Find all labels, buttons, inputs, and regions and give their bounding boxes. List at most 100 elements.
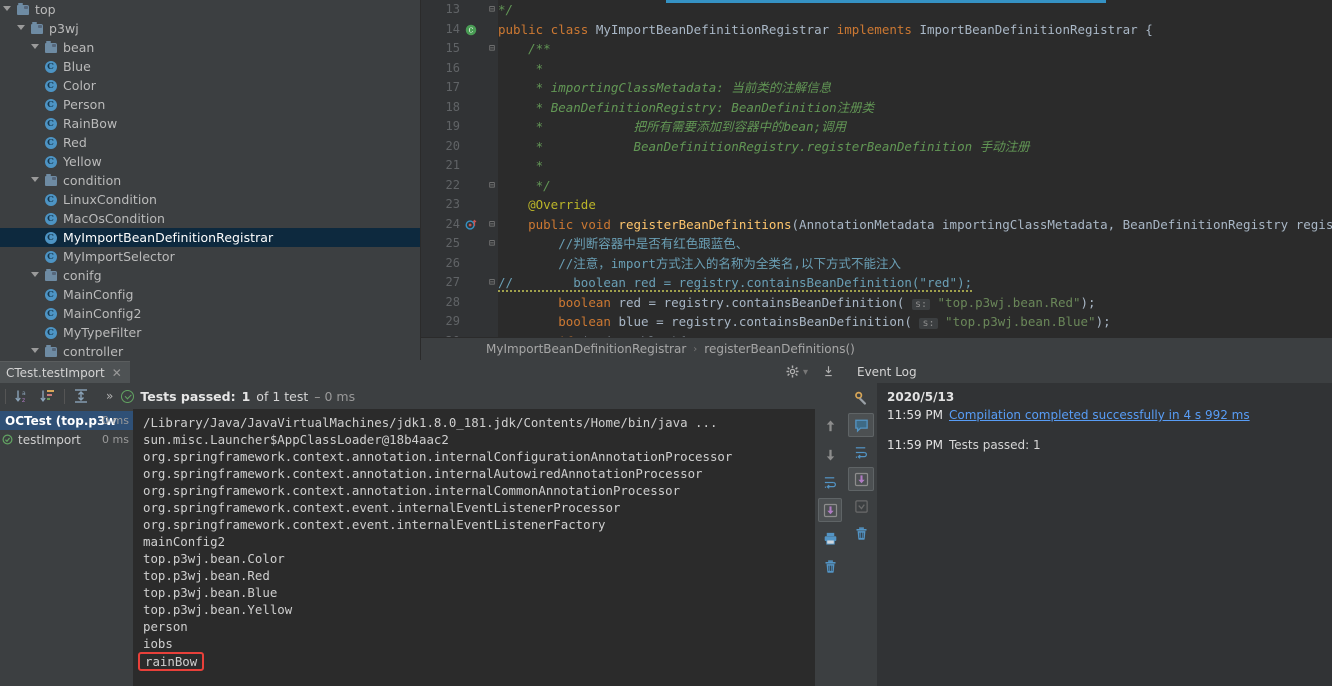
code-line-20[interactable]: 20 * BeanDefinitionRegistry.registerBean… (420, 137, 1332, 157)
close-icon[interactable]: ✕ (112, 366, 122, 380)
print-icon[interactable] (818, 526, 842, 550)
chevron-down-icon[interactable]: ▾ (803, 367, 808, 378)
code-line-27[interactable]: 27 ⊟// boolean red = registry.containsBea… (420, 273, 1332, 293)
line-content[interactable]: //判断容器中是否有红色跟蓝色、 (498, 234, 748, 254)
line-content[interactable]: boolean blue = registry.containsBeanDefi… (498, 312, 1111, 334)
tree-item-controller[interactable]: controller (0, 342, 420, 360)
chevron-down-icon[interactable] (28, 266, 42, 285)
line-content[interactable]: * BeanDefinitionRegistry.registerBeanDef… (498, 137, 1030, 157)
trash-icon[interactable] (848, 521, 874, 545)
event-log-entry[interactable]: 11:59 PM Compilation completed successful… (887, 406, 1332, 424)
test-tree-row[interactable]: testImport 0 ms (0, 430, 133, 449)
fold-handle-icon[interactable]: ⊟ (486, 273, 498, 293)
tree-item-top[interactable]: top (0, 0, 420, 19)
code-line-24[interactable]: 24 ⊟ public void registerBeanDefinitions(… (420, 215, 1332, 235)
mark-read-icon[interactable] (848, 494, 874, 518)
test-tree-row[interactable]: OCTest (top.p3w 0 ms (0, 411, 133, 430)
tree-item-conifg[interactable]: conifg (0, 266, 420, 285)
line-content[interactable]: * (498, 59, 544, 79)
more-toolbar-icon[interactable]: » (106, 389, 113, 403)
tree-item-myimportselector[interactable]: C MyImportSelector (0, 247, 420, 266)
line-content[interactable]: //注意，import方式注入的名称为全类名,以下方式不能注入 (498, 254, 901, 274)
scroll-up-icon[interactable] (818, 414, 842, 438)
fold-handle-icon[interactable]: ⊟ (486, 0, 498, 20)
sort-by-duration-icon[interactable] (35, 385, 61, 407)
fold-handle-icon[interactable]: ⊟ (486, 39, 498, 59)
fold-handle-icon[interactable]: ⊟ (486, 176, 498, 196)
tree-item-person[interactable]: C Person (0, 95, 420, 114)
code-line-23[interactable]: 23 @Override (420, 195, 1332, 215)
tree-item-rainbow[interactable]: C RainBow (0, 114, 420, 133)
breadcrumb-method[interactable]: registerBeanDefinitions() (704, 342, 855, 356)
project-tree-panel[interactable]: top p3wj bean C Blue C Color C Person C RainBow C Re… (0, 0, 420, 360)
tree-item-yellow[interactable]: C Yellow (0, 152, 420, 171)
scroll-to-end-icon[interactable] (848, 467, 874, 491)
tree-item-linuxcondition[interactable]: C LinuxCondition (0, 190, 420, 209)
code-line-14[interactable]: 14 Cpublic class MyImportBeanDefinitionRe… (420, 20, 1332, 40)
settings-wrench-icon[interactable] (848, 386, 874, 410)
tree-item-bean[interactable]: bean (0, 38, 420, 57)
console-output[interactable]: /Library/Java/JavaVirtualMachines/jdk1.8… (133, 409, 815, 686)
gear-icon[interactable] (786, 363, 799, 382)
line-content[interactable]: */ (498, 176, 551, 196)
expand-collapse-icon[interactable] (68, 385, 94, 407)
trash-icon[interactable] (818, 554, 842, 578)
code-line-22[interactable]: 22 ⊟ */ (420, 176, 1332, 196)
event-log-entries[interactable]: 2020/5/13 11:59 PM Compilation completed s… (877, 383, 1332, 686)
code-line-28[interactable]: 28 boolean red = registry.containsBeanDe… (420, 293, 1332, 313)
tree-item-macoscondition[interactable]: C MacOsCondition (0, 209, 420, 228)
code-line-18[interactable]: 18 * BeanDefinitionRegistry: BeanDefinit… (420, 98, 1332, 118)
line-content[interactable]: * 把所有需要添加到容器中的bean;调用 (498, 117, 846, 137)
event-log-entry[interactable]: 11:59 PM Tests passed: 1 (887, 436, 1332, 454)
line-content[interactable]: @Override (498, 195, 596, 215)
line-content[interactable]: */ (498, 0, 513, 20)
line-content[interactable]: * importingClassMetadata: 当前类的注解信息 (498, 78, 832, 98)
tree-item-myimportbeandefinitionregistrar[interactable]: C MyImportBeanDefinitionRegistrar (0, 228, 420, 247)
code-line-17[interactable]: 17 * importingClassMetadata: 当前类的注解信息 (420, 78, 1332, 98)
line-content[interactable]: boolean red = registry.containsBeanDefin… (498, 293, 1096, 315)
soft-wrap-icon[interactable] (848, 440, 874, 464)
chevron-down-icon[interactable] (28, 171, 42, 190)
tree-item-mainconfig2[interactable]: C MainConfig2 (0, 304, 420, 323)
tree-item-p3wj[interactable]: p3wj (0, 19, 420, 38)
fold-handle-icon[interactable]: ⊟ (486, 215, 498, 235)
code-line-29[interactable]: 29 boolean blue = registry.containsBeanD… (420, 312, 1332, 332)
breadcrumb-class[interactable]: MyImportBeanDefinitionRegistrar (486, 342, 686, 356)
balloon-icon[interactable] (848, 413, 874, 437)
export-to-file-icon[interactable] (822, 363, 835, 382)
vertical-splitter[interactable] (420, 0, 421, 360)
breadcrumb[interactable]: MyImportBeanDefinitionRegistrar › regist… (420, 337, 1332, 360)
scroll-to-end-icon[interactable] (818, 498, 842, 522)
tree-item-condition[interactable]: condition (0, 171, 420, 190)
code-editor[interactable]: 13 ⊟ */14 Cpublic class MyImportBeanDefinit… (420, 0, 1332, 360)
line-content[interactable]: public class MyImportBeanDefinitionRegis… (498, 20, 1153, 40)
line-content[interactable]: /** (498, 39, 551, 59)
chevron-down-icon[interactable] (0, 0, 14, 19)
tree-item-color[interactable]: C Color (0, 76, 420, 95)
test-result-tree[interactable]: OCTest (top.p3w 0 ms testImport 0 ms (0, 409, 133, 686)
scroll-down-icon[interactable] (818, 442, 842, 466)
chevron-down-icon[interactable] (28, 38, 42, 57)
line-content[interactable]: // boolean red = registry.containsBeanDe… (498, 273, 973, 293)
soft-wrap-icon[interactable] (818, 470, 842, 494)
code-line-16[interactable]: 16 * (420, 59, 1332, 79)
line-content[interactable]: * BeanDefinitionRegistry: BeanDefinition… (498, 98, 875, 118)
event-link[interactable]: Compilation completed successfully in 4 … (949, 408, 1250, 422)
chevron-down-icon[interactable] (14, 19, 28, 38)
code-line-21[interactable]: 21 * (420, 156, 1332, 176)
tree-item-red[interactable]: C Red (0, 133, 420, 152)
code-line-25[interactable]: 25 ⊟ //判断容器中是否有红色跟蓝色、 (420, 234, 1332, 254)
chevron-down-icon[interactable] (28, 342, 42, 360)
code-line-26[interactable]: 26 //注意，import方式注入的名称为全类名,以下方式不能注入 (420, 254, 1332, 274)
line-content[interactable]: * (498, 156, 544, 176)
class-marker-icon[interactable]: C (464, 20, 480, 40)
tree-item-blue[interactable]: C Blue (0, 57, 420, 76)
code-line-15[interactable]: 15 ⊟ /** (420, 39, 1332, 59)
tree-item-mainconfig[interactable]: C MainConfig (0, 285, 420, 304)
line-content[interactable]: public void registerBeanDefinitions(Anno… (498, 215, 1332, 235)
code-line-19[interactable]: 19 * 把所有需要添加到容器中的bean;调用 (420, 117, 1332, 137)
horizontal-scrollbar[interactable] (666, 0, 1106, 3)
override-method-icon[interactable] (464, 215, 480, 235)
code-lines[interactable]: 13 ⊟ */14 Cpublic class MyImportBeanDefinit… (420, 0, 1332, 337)
tree-item-mytypefilter[interactable]: C MyTypeFilter (0, 323, 420, 342)
